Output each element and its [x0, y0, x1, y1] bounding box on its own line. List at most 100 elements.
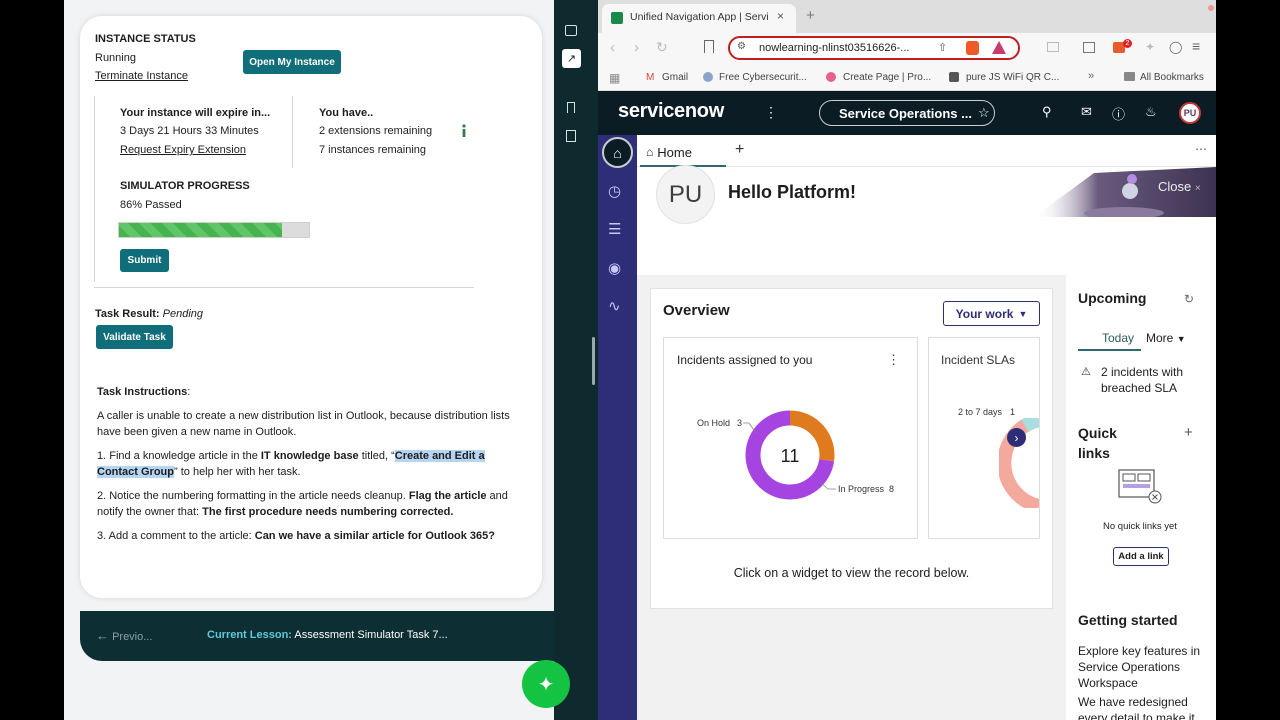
- rewards-icon[interactable]: [992, 41, 1006, 54]
- notes-icon[interactable]: [566, 130, 576, 142]
- instance-status-heading: INSTANCE STATUS: [95, 33, 196, 45]
- previous-label: Previo...: [112, 631, 153, 643]
- quick-links-title: Quick links: [1078, 425, 1117, 461]
- share-icon[interactable]: ⇧: [938, 41, 947, 54]
- workspace-selector[interactable]: Service Operations ... ☆: [819, 100, 995, 126]
- window-icon[interactable]: [1047, 42, 1059, 52]
- extensions-remaining: 2 extensions remaining: [319, 125, 433, 137]
- bookmark-create-page[interactable]: Create Page | Pro...: [843, 72, 931, 83]
- bell-icon[interactable]: ♨: [1145, 104, 1157, 120]
- groups-icon[interactable]: ◉: [608, 259, 621, 277]
- help-icon[interactable]: ⓘ: [1112, 104, 1125, 123]
- sidebar-icon[interactable]: [1083, 42, 1095, 53]
- donut-total: 11: [781, 446, 800, 466]
- status-dot: [1208, 5, 1214, 11]
- browser-tab[interactable]: Unified Navigation App | Servi ×: [602, 4, 796, 33]
- getting-started-title: Getting started: [1078, 612, 1178, 628]
- donut-label-on-hold: On Hold: [697, 418, 730, 428]
- info-icon[interactable]: [460, 124, 468, 138]
- sla-alert[interactable]: 2 incidents with breached SLA: [1101, 364, 1201, 396]
- add-quick-link-icon[interactable]: +: [1184, 424, 1193, 441]
- instance-state: Running: [95, 52, 136, 64]
- close-banner-button[interactable]: Close ×: [1158, 179, 1201, 194]
- progress-fill: [119, 223, 283, 237]
- menu-icon[interactable]: ≡: [1192, 38, 1200, 54]
- caret-down-icon: ▼: [1018, 308, 1028, 319]
- forward-icon[interactable]: ›: [634, 39, 639, 56]
- incidents-donut-chart[interactable]: 11 On Hold 3 In Progress 8: [663, 337, 918, 539]
- new-tab-icon[interactable]: +: [806, 7, 815, 24]
- all-bookmarks[interactable]: All Bookmarks: [1140, 72, 1204, 83]
- bookmark-qr[interactable]: pure JS WiFi QR C...: [966, 72, 1059, 83]
- donut-label-in-progress: In Progress: [838, 484, 885, 494]
- back-icon[interactable]: ‹: [610, 39, 615, 56]
- instructions-intro: A caller is unable to create a new distr…: [97, 410, 510, 438]
- step3-bold: Can we have a similar article for Outloo…: [254, 530, 496, 542]
- star-icon[interactable]: ☆: [978, 105, 990, 121]
- vpn-icon[interactable]: ◯: [1169, 40, 1182, 54]
- add-tab-icon[interactable]: +: [735, 141, 744, 159]
- add-link-button[interactable]: Add a link: [1113, 547, 1169, 566]
- avatar[interactable]: PU: [1179, 102, 1201, 124]
- chat-icon[interactable]: ✉: [1081, 104, 1092, 120]
- brave-shield-icon[interactable]: [966, 41, 979, 55]
- apps-grid-icon[interactable]: ▦: [609, 71, 620, 85]
- home-nav-icon[interactable]: ⌂: [602, 137, 633, 168]
- bookmark-gmail[interactable]: Gmail: [662, 72, 688, 83]
- site-settings-icon[interactable]: ⚙: [737, 41, 746, 52]
- step2-bold: The first procedure needs numbering corr…: [202, 506, 454, 518]
- search-icon[interactable]: ⚲: [1042, 104, 1052, 120]
- terminate-instance-link[interactable]: Terminate Instance: [95, 70, 188, 82]
- submit-button[interactable]: Submit: [120, 249, 169, 272]
- list-icon[interactable]: ☰: [608, 220, 621, 238]
- open-instance-button[interactable]: Open My Instance: [243, 50, 341, 74]
- progress-text: 86% Passed: [120, 199, 182, 211]
- close-label: Close: [1158, 179, 1192, 194]
- more-bookmarks-icon[interactable]: »: [1088, 70, 1094, 82]
- instruction-step-3: 3. Add a comment to the article: Can we …: [97, 528, 525, 544]
- task-result: Task Result: Pending: [95, 308, 203, 320]
- resize-handle[interactable]: [592, 337, 595, 385]
- sparkle-icon: ✦: [537, 673, 555, 696]
- card-title: Incident SLAs: [941, 353, 1016, 367]
- ai-assistant-fab[interactable]: ✦: [522, 660, 570, 708]
- carousel-next-icon[interactable]: ›: [1007, 428, 1026, 447]
- previous-button[interactable]: ← Previo...: [96, 628, 152, 643]
- panel-icon[interactable]: [565, 25, 577, 36]
- calendar-clock-icon[interactable]: ◷: [608, 182, 621, 200]
- instructions-heading: Task Instructions:: [97, 386, 190, 398]
- leo-icon[interactable]: ✦: [1145, 40, 1155, 54]
- request-extension-link[interactable]: Request Expiry Extension: [120, 144, 246, 156]
- divider: [292, 96, 293, 168]
- current-lesson-value: Assessment Simulator Task 7...: [294, 629, 448, 641]
- tab-title: Unified Navigation App | Servi: [630, 11, 769, 23]
- activity-icon[interactable]: ∿: [608, 297, 621, 315]
- expand-icon[interactable]: ↗: [562, 49, 581, 68]
- address-bar[interactable]: ⚙ nowlearning-nlinst03516626-... ⇧: [728, 36, 1020, 60]
- more-vertical-icon[interactable]: ⋮: [764, 104, 778, 121]
- more-label: More: [1146, 331, 1174, 345]
- instances-remaining: 7 instances remaining: [319, 144, 427, 156]
- bookmark-icon[interactable]: [567, 102, 575, 113]
- caret-down-icon: ▼: [1176, 334, 1186, 344]
- tab-more[interactable]: More ▼: [1146, 331, 1186, 345]
- more-horizontal-icon[interactable]: ⋯: [1195, 142, 1207, 156]
- reload-icon[interactable]: ↻: [656, 39, 668, 56]
- your-work-label: Your work: [955, 306, 1014, 321]
- servicenow-logo[interactable]: servicenow: [618, 100, 724, 123]
- getting-started-subtext: We have redesigned every detail to make …: [1078, 695, 1195, 720]
- warning-icon: ⚠: [1081, 366, 1091, 378]
- empty-links-illustration: [1118, 469, 1162, 504]
- refresh-icon[interactable]: ↻: [1184, 292, 1194, 306]
- bookmark-page-icon[interactable]: [704, 40, 714, 53]
- validate-task-button[interactable]: Validate Task: [96, 325, 173, 349]
- instruction-step-2: 2. Notice the numbering formatting in th…: [97, 488, 525, 520]
- url-text[interactable]: nowlearning-nlinst03516626-...: [759, 42, 909, 54]
- progress-heading: SIMULATOR PROGRESS: [120, 180, 250, 192]
- close-icon: ×: [1194, 183, 1201, 194]
- your-work-dropdown[interactable]: Your work ▼: [943, 301, 1040, 326]
- tab-today[interactable]: Today: [1102, 331, 1134, 345]
- bookmark-cyber[interactable]: Free Cybersecurit...: [719, 72, 807, 83]
- tab-home[interactable]: ⌂ Home: [640, 139, 726, 167]
- close-tab-icon[interactable]: ×: [777, 9, 784, 23]
